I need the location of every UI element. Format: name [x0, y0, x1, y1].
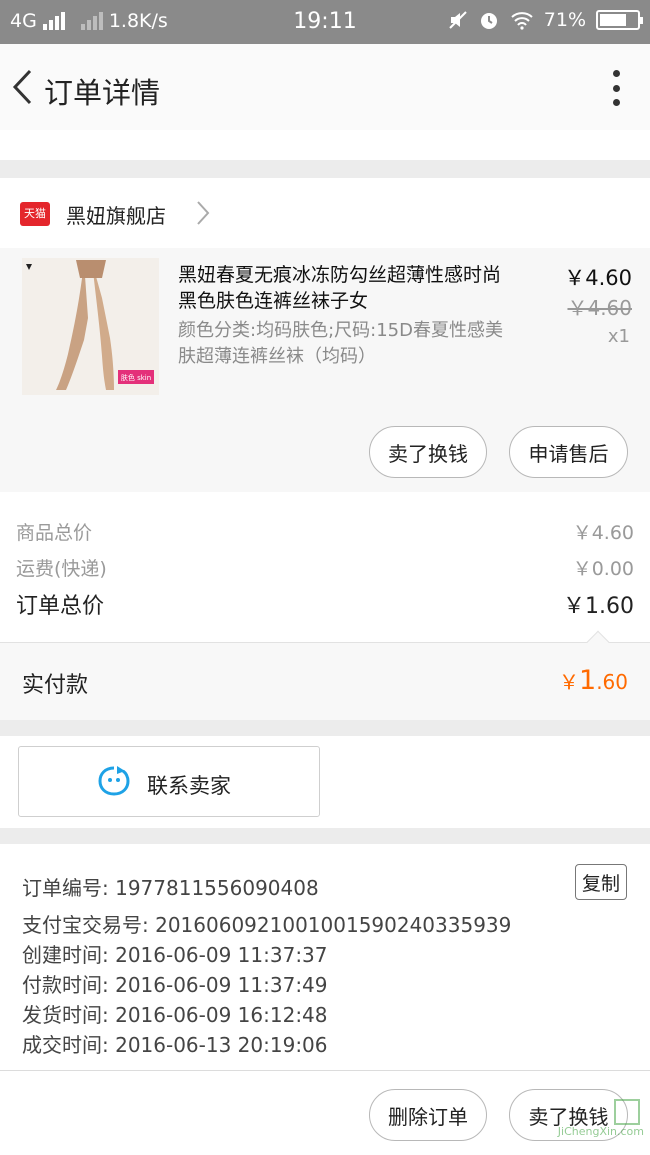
alarm-icon [480, 13, 497, 29]
product-original-price: ￥4.60 [567, 296, 632, 320]
product-image-graphic: 肤色 skin [22, 258, 159, 395]
goods-total-value: ￥4.60 [572, 522, 634, 544]
tmall-badge: 天猫 [20, 202, 50, 226]
order-total-value: ￥1.60 [563, 594, 634, 619]
shipped-time: 发货时间: 2016-06-09 16:12:48 [22, 1003, 328, 1027]
site-watermark: JiChengXin.com [544, 1099, 644, 1149]
copy-button[interactable]: 复制 [575, 864, 627, 900]
goods-total-row: 商品总价 ￥4.60 [16, 518, 634, 545]
goods-total-label: 商品总价 [16, 522, 93, 544]
more-menu-icon[interactable] [612, 70, 620, 106]
amount-integer: 1 [579, 665, 597, 696]
actual-payment-label: 实付款 [22, 673, 89, 698]
created-time: 创建时间: 2016-06-09 11:37:37 [22, 943, 328, 967]
watermark-logo-icon [614, 1099, 640, 1125]
product-image-tag: 肤色 skin [121, 373, 151, 382]
header: 订单详情 [0, 44, 650, 130]
product-title[interactable]: 黑妞春夏无痕冰冻防勾丝超薄性感时尚黑色肤色连裤丝袜子女 [178, 262, 518, 314]
amount-decimal: .60 [596, 670, 628, 694]
product-image[interactable]: 肤色 skin [22, 258, 159, 395]
contact-seller-label: 联系卖家 [147, 774, 231, 798]
delete-order-button[interactable]: 删除订单 [369, 1089, 487, 1141]
address-section-remnant [0, 130, 650, 160]
paid-time: 付款时间: 2016-06-09 11:37:49 [22, 973, 328, 997]
status-right: 71% [448, 9, 643, 31]
product-price: ￥4.60 [564, 266, 632, 290]
contact-section: 联系卖家 [0, 736, 650, 828]
completed-time: 成交时间: 2016-06-13 20:19:06 [22, 1033, 328, 1057]
price-summary: 商品总价 ￥4.60 运费(快递) ￥0.00 订单总价 ￥1.60 [0, 492, 650, 642]
after-sales-button[interactable]: 申请售后 [509, 426, 628, 478]
chevron-right-icon [197, 201, 210, 225]
product-quantity: x1 [607, 326, 630, 347]
wifi-icon [511, 12, 533, 30]
shipping-value: ￥0.00 [572, 558, 634, 580]
battery-icon [596, 10, 643, 30]
status-bar: 4G 1.8K/s 19:11 71% [0, 0, 650, 44]
product-sku: 颜色分类:均码肤色;尺码:15D春夏性感美肤超薄连裤丝袜（均码） [178, 320, 503, 367]
order-total-row: 订单总价 ￥1.60 [16, 588, 634, 620]
shipping-row: 运费(快递) ￥0.00 [16, 554, 634, 581]
resell-button[interactable]: 卖了换钱 [369, 426, 487, 478]
mute-icon [449, 11, 467, 29]
battery-fill [600, 14, 626, 26]
order-info: 订单编号: 1977811556090408 复制 支付宝交易号: 201606… [0, 844, 650, 1070]
actual-payment-row: 实付款 ￥1.60 [0, 630, 650, 720]
battery-percent: 71% [543, 9, 586, 31]
store-name[interactable]: 黑妞旗舰店 [66, 200, 166, 229]
order-total-label: 订单总价 [16, 594, 105, 619]
product-item[interactable]: 肤色 skin 黑妞春夏无痕冰冻防勾丝超薄性感时尚黑色肤色连裤丝袜子女 颜色分类… [0, 248, 650, 492]
shipping-label: 运费(快递) [16, 558, 107, 580]
page-title: 订单详情 [44, 76, 161, 110]
order-number: 订单编号: 1977811556090408 [22, 876, 319, 900]
back-arrow-icon[interactable] [10, 68, 34, 106]
store-header[interactable]: 天猫 黑妞旗舰店 [0, 178, 650, 248]
alipay-trade-number: 支付宝交易号: 2016060921001001590240335939 [22, 913, 512, 937]
actual-payment-amount: ￥1.60 [559, 665, 628, 696]
currency-symbol: ￥ [559, 670, 579, 694]
watermark-text: JiChengXin.com [557, 1125, 644, 1138]
contact-seller-button[interactable]: 联系卖家 [18, 746, 320, 817]
chat-bubble-icon [98, 766, 130, 796]
